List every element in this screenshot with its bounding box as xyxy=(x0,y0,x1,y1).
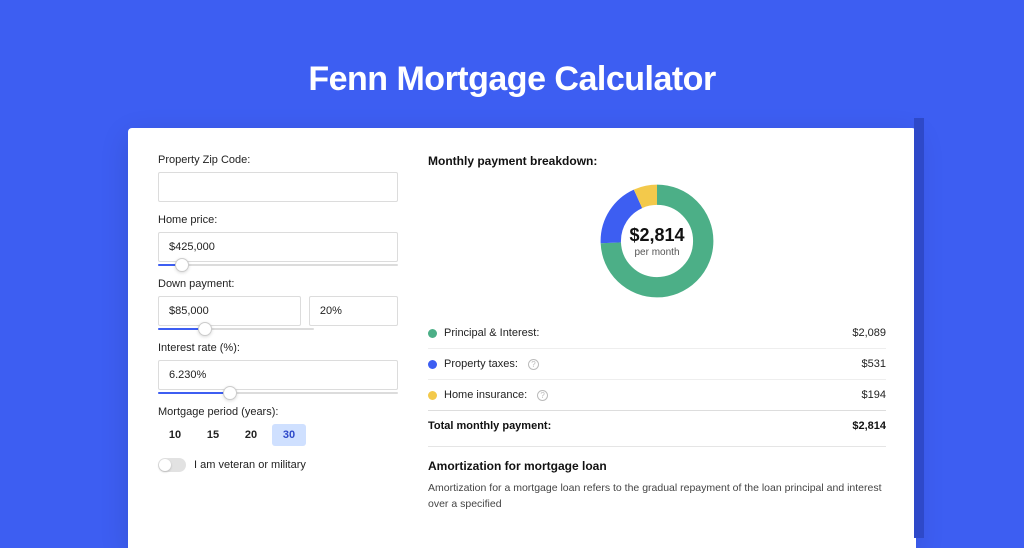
veteran-toggle-row: I am veteran or military xyxy=(158,458,398,472)
donut-center: $2,814 per month xyxy=(596,180,718,302)
legend-label: Property taxes: xyxy=(444,358,518,370)
legend-label: Home insurance: xyxy=(444,389,527,401)
legend-value: $531 xyxy=(862,358,886,370)
period-option-20[interactable]: 20 xyxy=(234,424,268,446)
interest-rate-input[interactable] xyxy=(158,360,398,390)
amortization-block: Amortization for mortgage loan Amortizat… xyxy=(428,446,886,513)
down-payment-slider[interactable] xyxy=(158,328,314,330)
legend-row: Home insurance:? $194 xyxy=(428,380,886,411)
home-price-group: Home price: xyxy=(158,214,398,266)
amortization-heading: Amortization for mortgage loan xyxy=(428,459,886,473)
period-label: Mortgage period (years): xyxy=(158,406,398,418)
legend-dot xyxy=(428,391,437,400)
donut-chart: $2,814 per month xyxy=(596,180,718,302)
home-price-label: Home price: xyxy=(158,214,398,226)
amortization-text: Amortization for a mortgage loan refers … xyxy=(428,481,886,513)
veteran-label: I am veteran or military xyxy=(194,459,306,471)
form-column: Property Zip Code: Home price: Down paym… xyxy=(158,154,398,522)
legend-row: Principal & Interest: $2,089 xyxy=(428,318,886,349)
donut-amount: $2,814 xyxy=(629,225,684,246)
down-payment-group: Down payment: xyxy=(158,278,398,330)
home-price-input[interactable] xyxy=(158,232,398,262)
legend-value: $2,089 xyxy=(852,327,886,339)
breakdown-column: Monthly payment breakdown: $2,814 per mo… xyxy=(428,154,886,522)
home-price-slider[interactable] xyxy=(158,264,398,266)
down-payment-amount-input[interactable] xyxy=(158,296,301,326)
period-option-15[interactable]: 15 xyxy=(196,424,230,446)
interest-rate-group: Interest rate (%): xyxy=(158,342,398,394)
period-option-10[interactable]: 10 xyxy=(158,424,192,446)
interest-rate-slider[interactable] xyxy=(158,392,398,394)
interest-rate-label: Interest rate (%): xyxy=(158,342,398,354)
donut-sublabel: per month xyxy=(634,247,679,258)
zip-field-group: Property Zip Code: xyxy=(158,154,398,202)
total-value: $2,814 xyxy=(852,420,886,432)
zip-input[interactable] xyxy=(158,172,398,202)
down-payment-pct-input[interactable] xyxy=(309,296,398,326)
legend-dot xyxy=(428,329,437,338)
slider-thumb[interactable] xyxy=(223,386,237,400)
donut-chart-wrap: $2,814 per month xyxy=(428,178,886,318)
calculator-card: Property Zip Code: Home price: Down paym… xyxy=(128,128,916,548)
legend-row: Property taxes:? $531 xyxy=(428,349,886,380)
slider-thumb[interactable] xyxy=(175,258,189,272)
zip-label: Property Zip Code: xyxy=(158,154,398,166)
legend-dot xyxy=(428,360,437,369)
legend-value: $194 xyxy=(862,389,886,401)
total-label: Total monthly payment: xyxy=(428,420,551,432)
slider-thumb[interactable] xyxy=(198,322,212,336)
veteran-toggle[interactable] xyxy=(158,458,186,472)
page-title: Fenn Mortgage Calculator xyxy=(0,0,1024,99)
period-option-30[interactable]: 30 xyxy=(272,424,306,446)
info-icon[interactable]: ? xyxy=(528,359,539,370)
total-row: Total monthly payment: $2,814 xyxy=(428,411,886,446)
info-icon[interactable]: ? xyxy=(537,390,548,401)
down-payment-label: Down payment: xyxy=(158,278,398,290)
period-group: Mortgage period (years): 10152030 xyxy=(158,406,398,446)
breakdown-heading: Monthly payment breakdown: xyxy=(428,154,886,168)
legend-label: Principal & Interest: xyxy=(444,327,539,339)
